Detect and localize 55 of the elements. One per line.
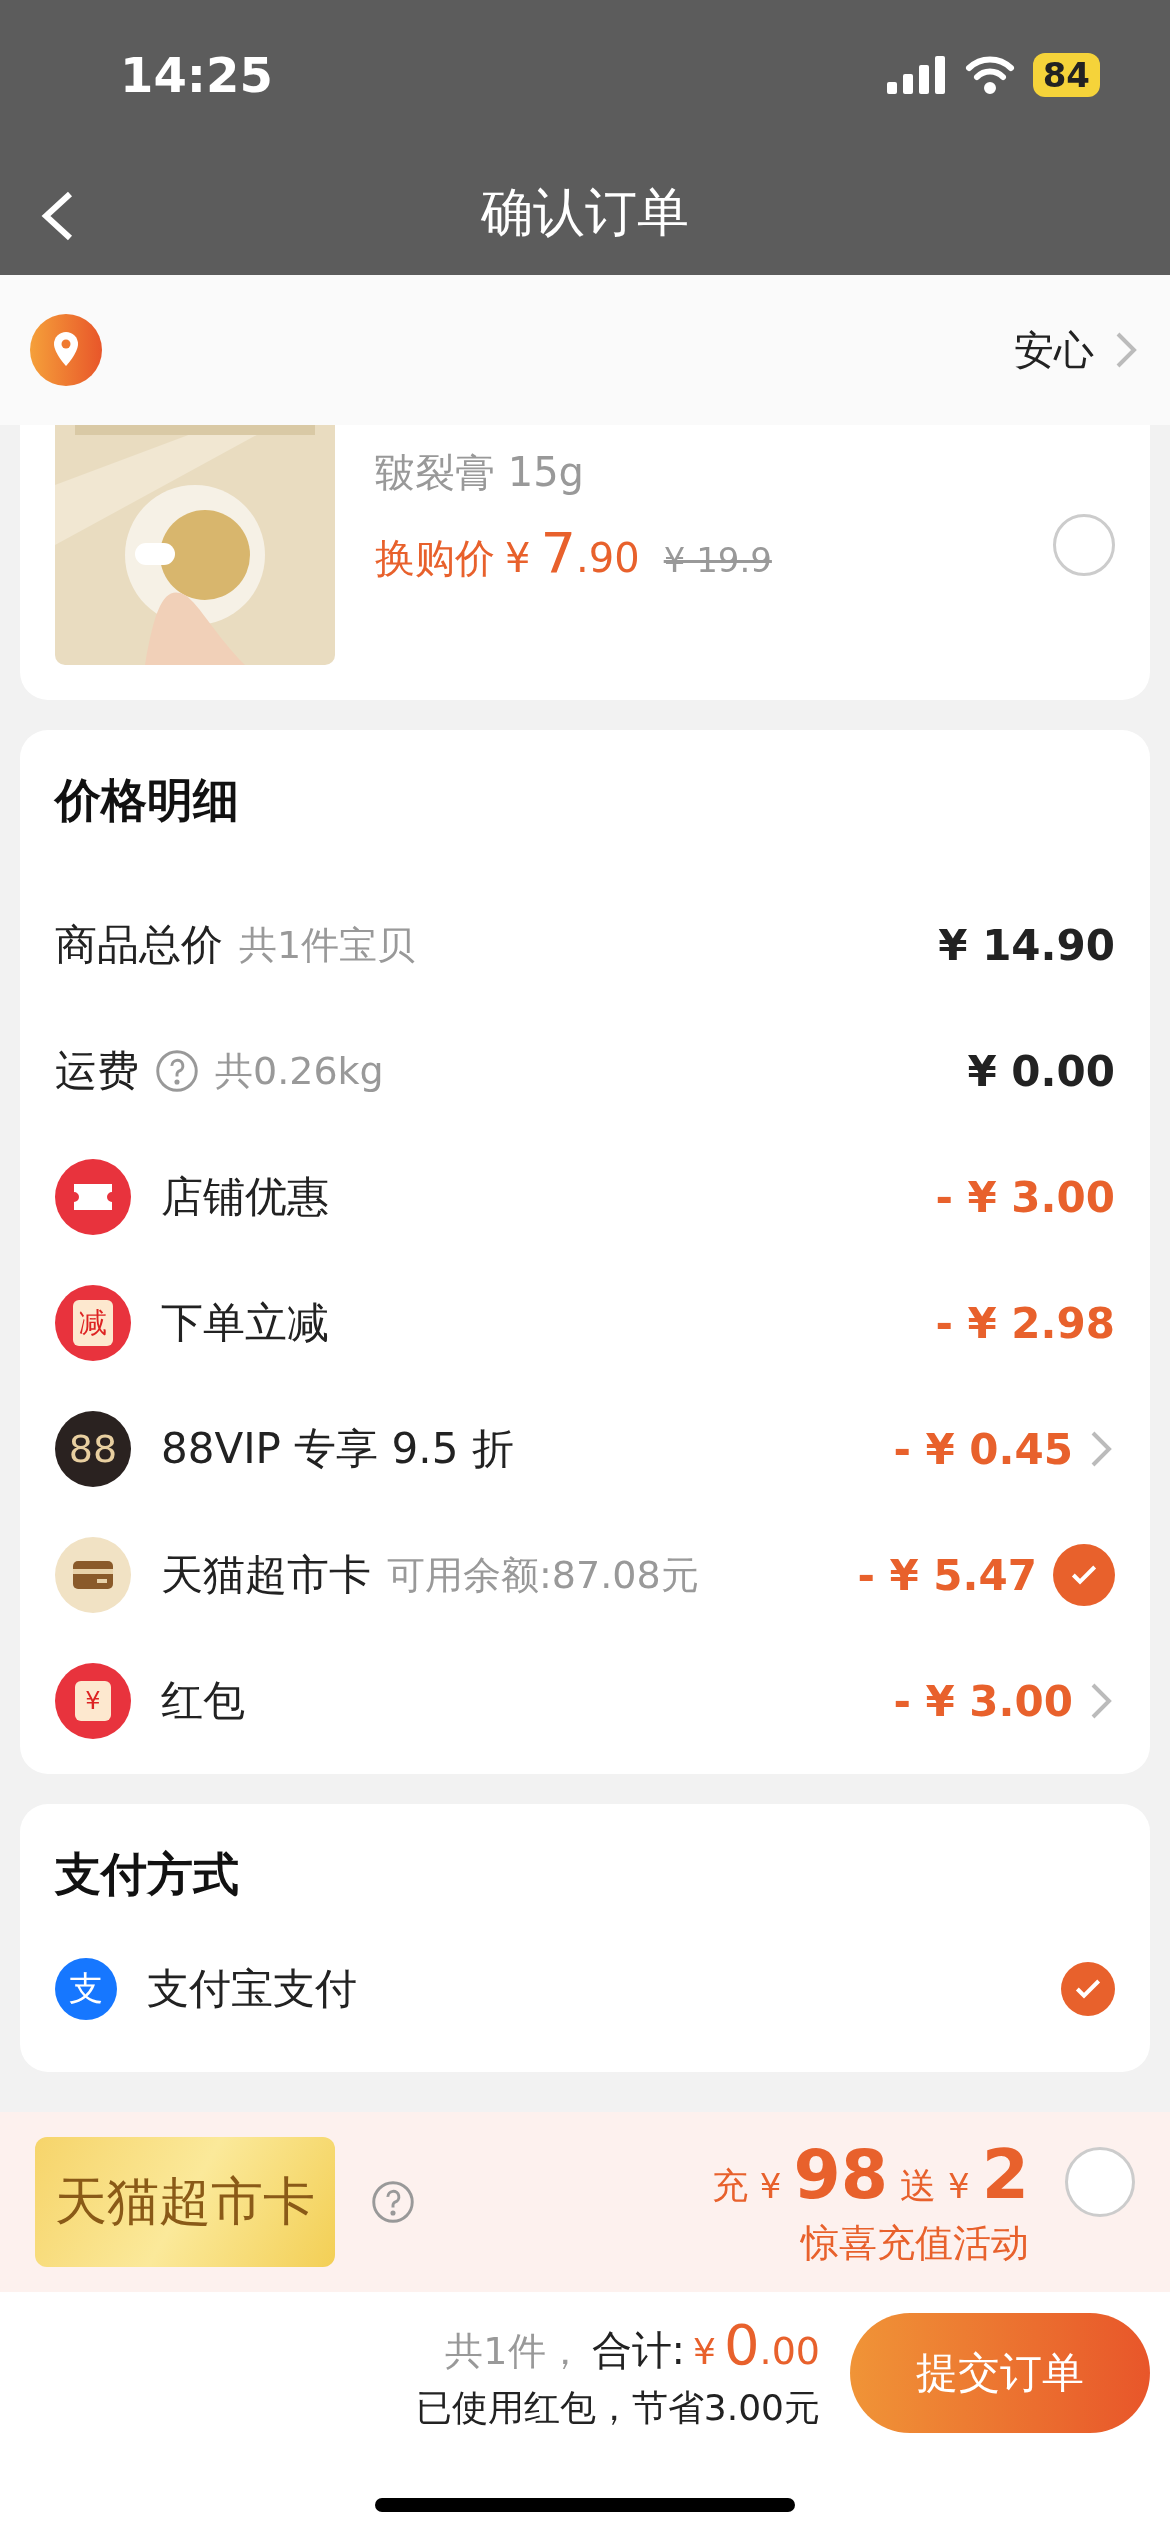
row-label: 天猫超市卡: [161, 1549, 371, 1601]
bonus-amount: 2: [981, 2135, 1029, 2214]
status-time: 14:25: [120, 47, 273, 103]
row-amount: ¥ 0.00: [967, 1046, 1115, 1096]
payment-radio[interactable]: [1061, 1962, 1115, 2016]
row-amount: - ¥ 2.98: [935, 1298, 1115, 1348]
total-integer: 0: [723, 2312, 760, 2377]
signal-icon: [886, 56, 947, 94]
row-amount: - ¥ 3.00: [935, 1172, 1115, 1222]
price-label: 换购价: [375, 534, 495, 583]
envelope-icon: ¥: [55, 1663, 131, 1739]
row-amount: - ¥ 3.00: [893, 1676, 1073, 1726]
row-label: 运费: [55, 1045, 139, 1097]
row-note: 可用余额:87.08元: [387, 1551, 699, 1599]
row-label: 红包: [161, 1675, 245, 1727]
help-icon[interactable]: [371, 2180, 415, 2224]
bonus-label: 送: [900, 2164, 937, 2208]
address-text: 安心: [1014, 325, 1094, 375]
total-label: 合计:: [591, 2326, 685, 2375]
battery-level: 84: [1032, 53, 1100, 97]
vip-icon: 88: [55, 1411, 131, 1487]
row-amount: - ¥ 0.45: [893, 1424, 1073, 1474]
page-title: 确认订单: [481, 180, 689, 244]
recharge-amount: 98: [793, 2135, 889, 2214]
row-label: 下单立减: [161, 1297, 329, 1349]
recharge-label: 充: [711, 2164, 748, 2208]
row-amount: ¥ 14.90: [938, 920, 1115, 970]
address-bar[interactable]: 安心: [0, 275, 1170, 425]
product-spec: 皲裂膏 15g: [375, 448, 585, 497]
payment-method: 支付宝支付: [147, 1963, 357, 2015]
help-icon[interactable]: [155, 1049, 199, 1093]
location-pin-icon: [30, 314, 102, 386]
section-title: 价格明细: [55, 772, 240, 829]
currency-symbol: ¥: [759, 2166, 782, 2206]
row-label: 店铺优惠: [161, 1171, 329, 1223]
alipay-icon: 支: [55, 1958, 117, 2020]
currency-symbol: ¥: [948, 2166, 970, 2206]
price-integer: 7: [540, 520, 577, 585]
currency-symbol: ¥: [505, 535, 531, 581]
row-label: 88VIP 专享 9.5 折: [161, 1423, 514, 1475]
currency-symbol: ¥: [693, 2331, 716, 2372]
row-note: 共0.26kg: [215, 1047, 384, 1095]
coupon-icon: 减: [55, 1285, 131, 1361]
item-count: 共1件，: [445, 2328, 584, 2375]
row-label: 商品总价: [55, 919, 223, 971]
total-decimal: .00: [759, 2329, 820, 2373]
promo-subtitle: 惊喜充值活动: [801, 2220, 1029, 2267]
original-price: ¥ 19.9: [663, 540, 772, 580]
section-title: 支付方式: [55, 1846, 240, 1903]
savings-note: 已使用红包，节省3.00元: [415, 2386, 820, 2430]
wifi-icon: [964, 56, 1015, 94]
supermarket-card-badge: 天猫超市卡: [35, 2137, 335, 2267]
row-note: 共1件宝贝: [239, 921, 416, 969]
row-amount: - ¥ 5.47: [857, 1550, 1037, 1600]
price-decimal: .90: [576, 535, 640, 581]
